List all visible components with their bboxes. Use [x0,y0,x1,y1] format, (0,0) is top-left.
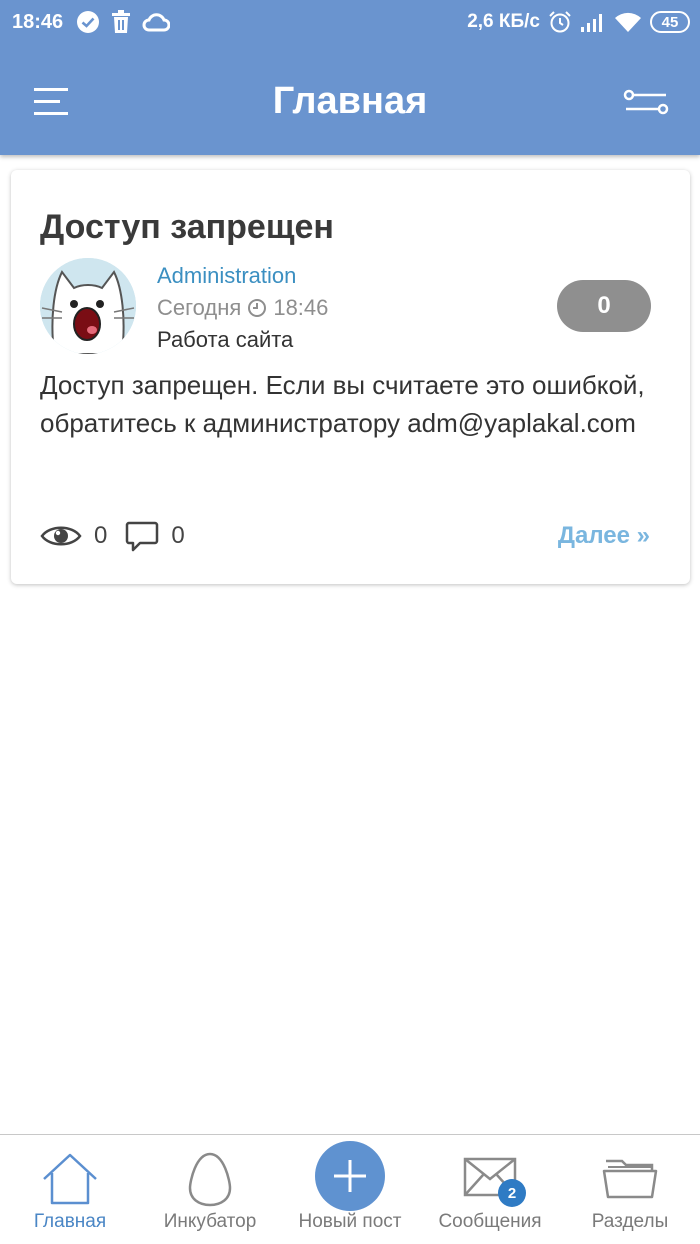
net-speed: 2,6 КБ/с [467,11,540,32]
post-title[interactable]: Доступ запрещен [40,208,334,247]
signal-icon [581,14,602,32]
author-name-link[interactable]: Administration [157,263,296,289]
eye-icon [40,526,82,546]
nav-home[interactable]: Главная [0,1135,140,1244]
nav-incubator-label: Инкубатор [163,1211,257,1232]
post-date: Сегодня 18:46 [157,295,328,321]
filter-button[interactable] [622,84,670,120]
status-system-icons: 2,6 КБ/с 45 [467,10,690,34]
nav-sections[interactable]: Разделы [560,1135,700,1244]
nav-new-post-label: Новый пост [298,1211,402,1232]
nav-sections-label: Разделы [591,1211,669,1232]
top-band: 18:46 2,6 КБ/с 45 Главная [0,0,700,155]
battery-indicator: 45 [650,11,690,33]
page-title: Главная [272,80,428,122]
views-count: 0 [94,522,108,549]
new-post-fab[interactable] [315,1141,385,1211]
post-category[interactable]: Работа сайта [157,327,293,353]
clock-icon [248,299,267,317]
check-circle-icon [77,11,99,33]
plus-icon [334,1160,366,1192]
post-card[interactable]: Доступ запрещен Administration Сегодня 1… [11,170,690,584]
date-label: Сегодня [157,295,242,320]
nav-messages[interactable]: 2 Сообщения [420,1135,560,1244]
nav-home-label: Главная [33,1211,107,1232]
folder-icon [602,1159,658,1199]
rating-badge[interactable]: 0 [557,280,651,332]
status-bar: 18:46 2,6 КБ/с 45 [0,0,700,48]
nav-messages-label: Сообщения [438,1211,542,1232]
nav-incubator[interactable]: Инкубатор [140,1135,280,1244]
comments-count: 0 [171,522,185,549]
nav-new-post[interactable]: Новый пост [280,1135,420,1244]
comment-icon [126,521,159,552]
trash-icon [112,10,130,33]
home-icon [43,1153,97,1205]
cloud-icon [142,13,170,32]
alarm-icon [549,11,571,33]
messages-badge: 2 [498,1179,526,1207]
post-body: Доступ запрещен. Если вы считаете это ош… [40,370,645,438]
egg-icon [188,1152,232,1207]
app-bar: Главная [0,48,700,155]
author-avatar[interactable] [40,258,136,354]
app-root: 18:46 2,6 КБ/с 45 Главная Доступ запреще… [0,0,700,1244]
cat-avatar-image [40,258,136,354]
wifi-icon [615,12,641,32]
post-time: 18:46 [273,295,329,320]
post-stats: 0 0 [40,520,203,552]
filter-sliders-icon [623,89,669,115]
status-time: 18:46 [12,11,64,33]
bottom-nav: Главная Инкубатор Новый пост 2 Сообщения… [0,1134,700,1244]
status-notification-icons [76,10,170,34]
read-more-link[interactable]: Далее » [558,522,650,550]
